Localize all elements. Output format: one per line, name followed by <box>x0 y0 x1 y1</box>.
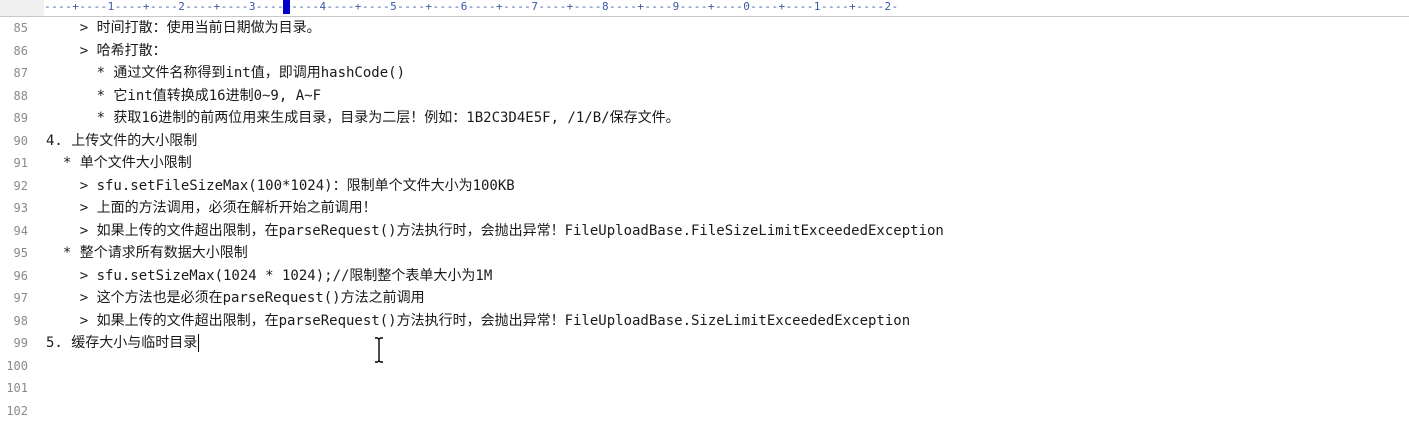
line-text[interactable]: * 整个请求所有数据大小限制 <box>46 242 248 264</box>
column-ruler: ----+----1----+----2----+----3----+----4… <box>0 0 1409 17</box>
editor-line[interactable]: 88 * 它int值转换成16进制0~9, A~F <box>0 85 1409 108</box>
line-number: 94 <box>13 223 28 238</box>
line-number: 100 <box>6 358 28 373</box>
editor-line[interactable]: 91 * 单个文件大小限制 <box>0 152 1409 175</box>
line-number: 99 <box>13 336 28 350</box>
editor-line[interactable]: 90 4. 上传文件的大小限制 <box>0 130 1409 153</box>
editor-line[interactable]: 96 > sfu.setSizeMax(1024 * 1024);//限制整个表… <box>0 265 1409 288</box>
line-number: 96 <box>13 268 28 283</box>
line-number: 95 <box>13 246 28 260</box>
line-number: 101 <box>6 381 28 395</box>
editor-line[interactable]: 101 <box>0 377 1409 400</box>
editor-line[interactable]: 86 > 哈希打散： <box>0 40 1409 63</box>
line-number: 91 <box>13 156 28 170</box>
editor-line[interactable]: 95 * 整个请求所有数据大小限制 <box>0 242 1409 265</box>
line-number: 102 <box>6 403 28 418</box>
editor-line[interactable]: 100 <box>0 355 1409 378</box>
line-number: 98 <box>13 313 28 328</box>
ibeam-cursor-icon <box>375 337 383 363</box>
editor-line[interactable]: 102 <box>0 400 1409 423</box>
line-number: 86 <box>13 43 28 58</box>
ruler-cursor-marker <box>283 0 290 14</box>
line-number: 88 <box>13 88 28 103</box>
line-number: 93 <box>13 201 28 215</box>
line-text[interactable]: > 这个方法也是必须在parseRequest()方法之前调用 <box>46 287 425 309</box>
line-text[interactable]: 5. 缓存大小与临时目录 <box>46 332 197 354</box>
editor-line[interactable]: 99 5. 缓存大小与临时目录 <box>0 332 1409 355</box>
line-text[interactable]: 4. 上传文件的大小限制 <box>46 130 197 152</box>
text-editor[interactable]: ----+----1----+----2----+----3----+----4… <box>0 0 1409 430</box>
ruler-scale: ----+----1----+----2----+----3----+----4… <box>44 0 899 13</box>
line-text[interactable]: * 它int值转换成16进制0~9, A~F <box>46 85 321 107</box>
line-text[interactable]: * 单个文件大小限制 <box>46 152 192 174</box>
line-text[interactable]: > 哈希打散： <box>46 40 167 62</box>
line-number: 85 <box>13 21 28 35</box>
line-text[interactable]: > sfu.setFileSizeMax(100*1024)：限制单个文件大小为… <box>46 175 515 197</box>
editor-line[interactable]: 92 > sfu.setFileSizeMax(100*1024)：限制单个文件… <box>0 175 1409 198</box>
line-number: 87 <box>13 66 28 80</box>
line-text[interactable]: * 获取16进制的前两位用来生成目录，目录为二层！例如：1B2C3D4E5F, … <box>46 107 680 129</box>
editor-line[interactable]: 93 > 上面的方法调用，必须在解析开始之前调用！ <box>0 197 1409 220</box>
editor-line[interactable]: 89 * 获取16进制的前两位用来生成目录，目录为二层！例如：1B2C3D4E5… <box>0 107 1409 130</box>
line-text[interactable]: > 上面的方法调用，必须在解析开始之前调用！ <box>46 197 377 219</box>
line-number: 90 <box>13 133 28 148</box>
line-text[interactable]: > sfu.setSizeMax(1024 * 1024);//限制整个表单大小… <box>46 265 493 287</box>
ruler-gutter <box>0 0 44 16</box>
text-cursor <box>198 334 200 352</box>
editor-line[interactable]: 85 > 时间打散：使用当前日期做为目录。 <box>0 17 1409 40</box>
line-number: 97 <box>13 291 28 305</box>
line-text[interactable]: > 时间打散：使用当前日期做为目录。 <box>46 17 321 39</box>
line-number: 92 <box>13 178 28 193</box>
line-number: 89 <box>13 111 28 125</box>
editor-line[interactable]: 97 > 这个方法也是必须在parseRequest()方法之前调用 <box>0 287 1409 310</box>
editor-line[interactable]: 87 * 通过文件名称得到int值，即调用hashCode() <box>0 62 1409 85</box>
line-text[interactable]: > 如果上传的文件超出限制，在parseRequest()方法执行时，会抛出异常… <box>46 220 944 242</box>
editor-line[interactable]: 94 > 如果上传的文件超出限制，在parseRequest()方法执行时，会抛… <box>0 220 1409 243</box>
editor-line[interactable]: 98 > 如果上传的文件超出限制，在parseRequest()方法执行时，会抛… <box>0 310 1409 333</box>
line-text[interactable]: > 如果上传的文件超出限制，在parseRequest()方法执行时，会抛出异常… <box>46 310 910 332</box>
line-text[interactable]: * 通过文件名称得到int值，即调用hashCode() <box>46 62 405 84</box>
